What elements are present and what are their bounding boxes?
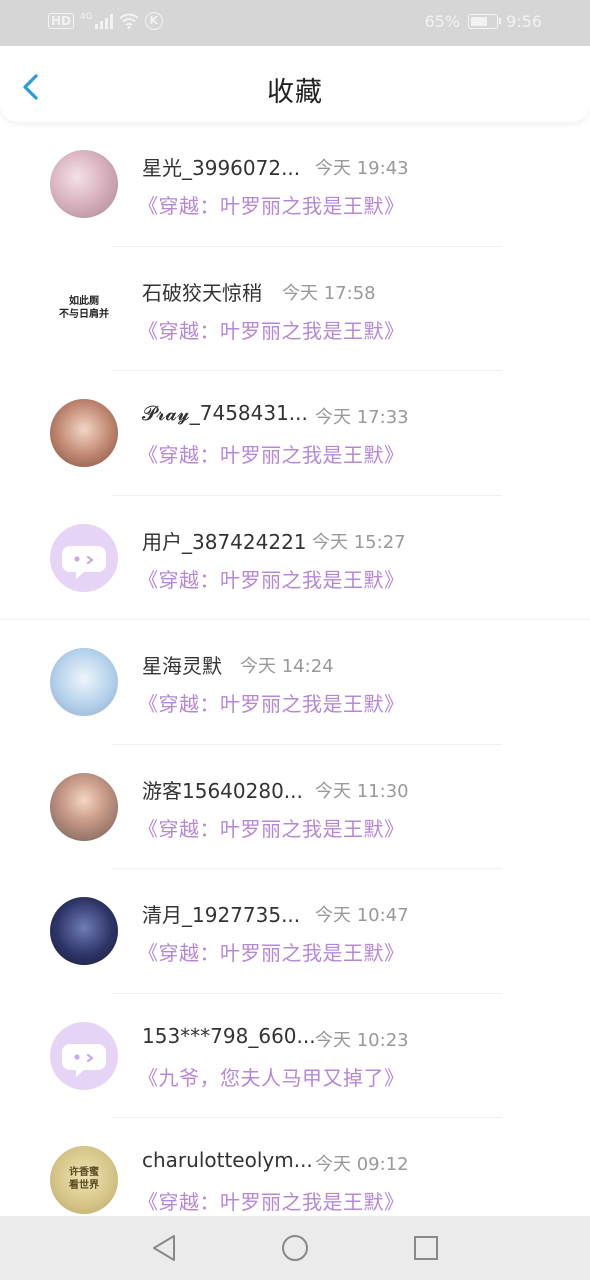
timestamp: 今天 10:23 [315, 1029, 409, 1051]
square-recents-icon[interactable] [410, 1232, 442, 1264]
book-title-link[interactable]: 《九爷，您夫人马甲又掉了》 [138, 1062, 405, 1091]
status-right: 65% 9:56 [425, 12, 543, 31]
book-title-link[interactable]: 《穿越：叶罗丽之我是王默》 [138, 937, 405, 966]
user-name: 𝓟𝓻𝓪𝔂_7458431... [142, 401, 308, 425]
list-item[interactable]: 清月_1927735... 今天 10:47 《穿越：叶罗丽之我是王默》 [0, 869, 590, 994]
chat-bubble-icon [62, 545, 106, 579]
system-nav-bar [0, 1216, 590, 1280]
user-name: 清月_1927735... [142, 903, 301, 927]
book-title-link[interactable]: 《穿越：叶罗丽之我是王默》 [138, 564, 405, 593]
book-title-link[interactable]: 《穿越：叶罗丽之我是王默》 [138, 315, 405, 344]
favorites-list: 星光_3996072... 今天 19:43 《穿越：叶罗丽之我是王默》 如此厕 不与日… [0, 122, 590, 1216]
book-title-link[interactable]: 《穿越：叶罗丽之我是王默》 [138, 439, 405, 468]
timestamp: 今天 15:27 [312, 531, 406, 553]
circle-home-icon[interactable] [279, 1232, 311, 1264]
wifi-icon [119, 13, 139, 29]
carrier-badge: K [144, 12, 163, 30]
status-bar: HD 4G K 65% 9:56 [0, 0, 590, 46]
user-name: 游客15640280... [142, 778, 303, 803]
default-avatar-icon[interactable] [50, 1021, 118, 1090]
avatar[interactable] [50, 150, 118, 218]
battery-percent: 65% [424, 12, 461, 31]
avatar[interactable]: 如此厕 不与日肩并 [50, 274, 118, 343]
timestamp: 今天 10:47 [315, 905, 409, 926]
page-title: 收藏 [267, 77, 323, 108]
avatar[interactable] [50, 399, 118, 467]
user-name: charulotteolym... [142, 1148, 313, 1172]
user-name: 153***798_660... [142, 1023, 316, 1048]
timestamp: 今天 19:43 [315, 158, 409, 179]
book-title-link[interactable]: 《穿越：叶罗丽之我是王默》 [138, 190, 405, 219]
book-title-link[interactable]: 《穿越：叶罗丽之我是王默》 [138, 688, 405, 717]
timestamp: 今天 17:33 [315, 407, 409, 428]
timestamp: 今天 17:58 [282, 282, 376, 304]
user-name: 星海灵默 [142, 654, 222, 678]
timestamp: 今天 11:30 [315, 780, 409, 802]
list-item[interactable]: 用户_387424221 今天 15:27 《穿越：叶罗丽之我是王默》 [0, 496, 590, 620]
list-item[interactable]: 如此厕 不与日肩并 石破狡天惊稍 今天 17:58 《穿越：叶罗丽之我是王默》 [0, 247, 590, 371]
header: 收藏 [0, 46, 590, 122]
avatar[interactable] [50, 897, 118, 965]
list-item[interactable]: 许香蜜看世界 charulotteolym... 今天 09:12 《穿越：叶罗丽之我… [0, 1118, 590, 1216]
clock: 9:56 [506, 12, 542, 31]
list-item[interactable]: 153***798_660... 今天 10:23 《九爷，您夫人马甲又掉了》 [0, 994, 590, 1118]
avatar-text: 不与日肩并 [59, 308, 109, 320]
avatar-text: 看世界 [69, 1180, 99, 1191]
avatar-text: 许香蜜 [69, 1167, 99, 1178]
chat-bubble-icon [62, 1043, 106, 1077]
avatar[interactable] [50, 772, 118, 841]
network-type: 4G [80, 12, 93, 22]
default-avatar-icon[interactable] [50, 523, 118, 592]
triangle-back-icon[interactable] [148, 1232, 180, 1264]
status-left: HD 4G K [48, 12, 163, 30]
avatar[interactable] [50, 648, 118, 716]
battery-icon [468, 14, 502, 29]
list-item[interactable]: 游客15640280... 今天 11:30 《穿越：叶罗丽之我是王默》 [0, 745, 590, 869]
signal-icon [94, 13, 113, 29]
avatar[interactable]: 许香蜜 看世界 [50, 1146, 118, 1214]
list-item[interactable]: 星海灵默 今天 14:24 《穿越：叶罗丽之我是王默》 [0, 620, 590, 745]
hd-icon: HD [48, 13, 75, 29]
book-title-link[interactable]: 《穿越：叶罗丽之我是王默》 [138, 813, 405, 842]
list-item[interactable]: 星光_3996072... 今天 19:43 《穿越：叶罗丽之我是王默》 [0, 122, 590, 247]
timestamp: 今天 09:12 [315, 1154, 409, 1175]
user-name: 用户_387424221 [142, 529, 307, 554]
list-item[interactable]: 𝓟𝓻𝓪𝔂_7458431... 今天 17:33 《穿越：叶罗丽之我是王默》 [0, 371, 590, 496]
user-name: 石破狡天惊稍 [142, 280, 262, 305]
avatar-text: 如此厕 [69, 295, 99, 307]
user-name: 星光_3996072... [142, 156, 301, 180]
timestamp: 今天 14:24 [240, 656, 334, 677]
book-title-link[interactable]: 《穿越：叶罗丽之我是王默》 [138, 1186, 405, 1215]
